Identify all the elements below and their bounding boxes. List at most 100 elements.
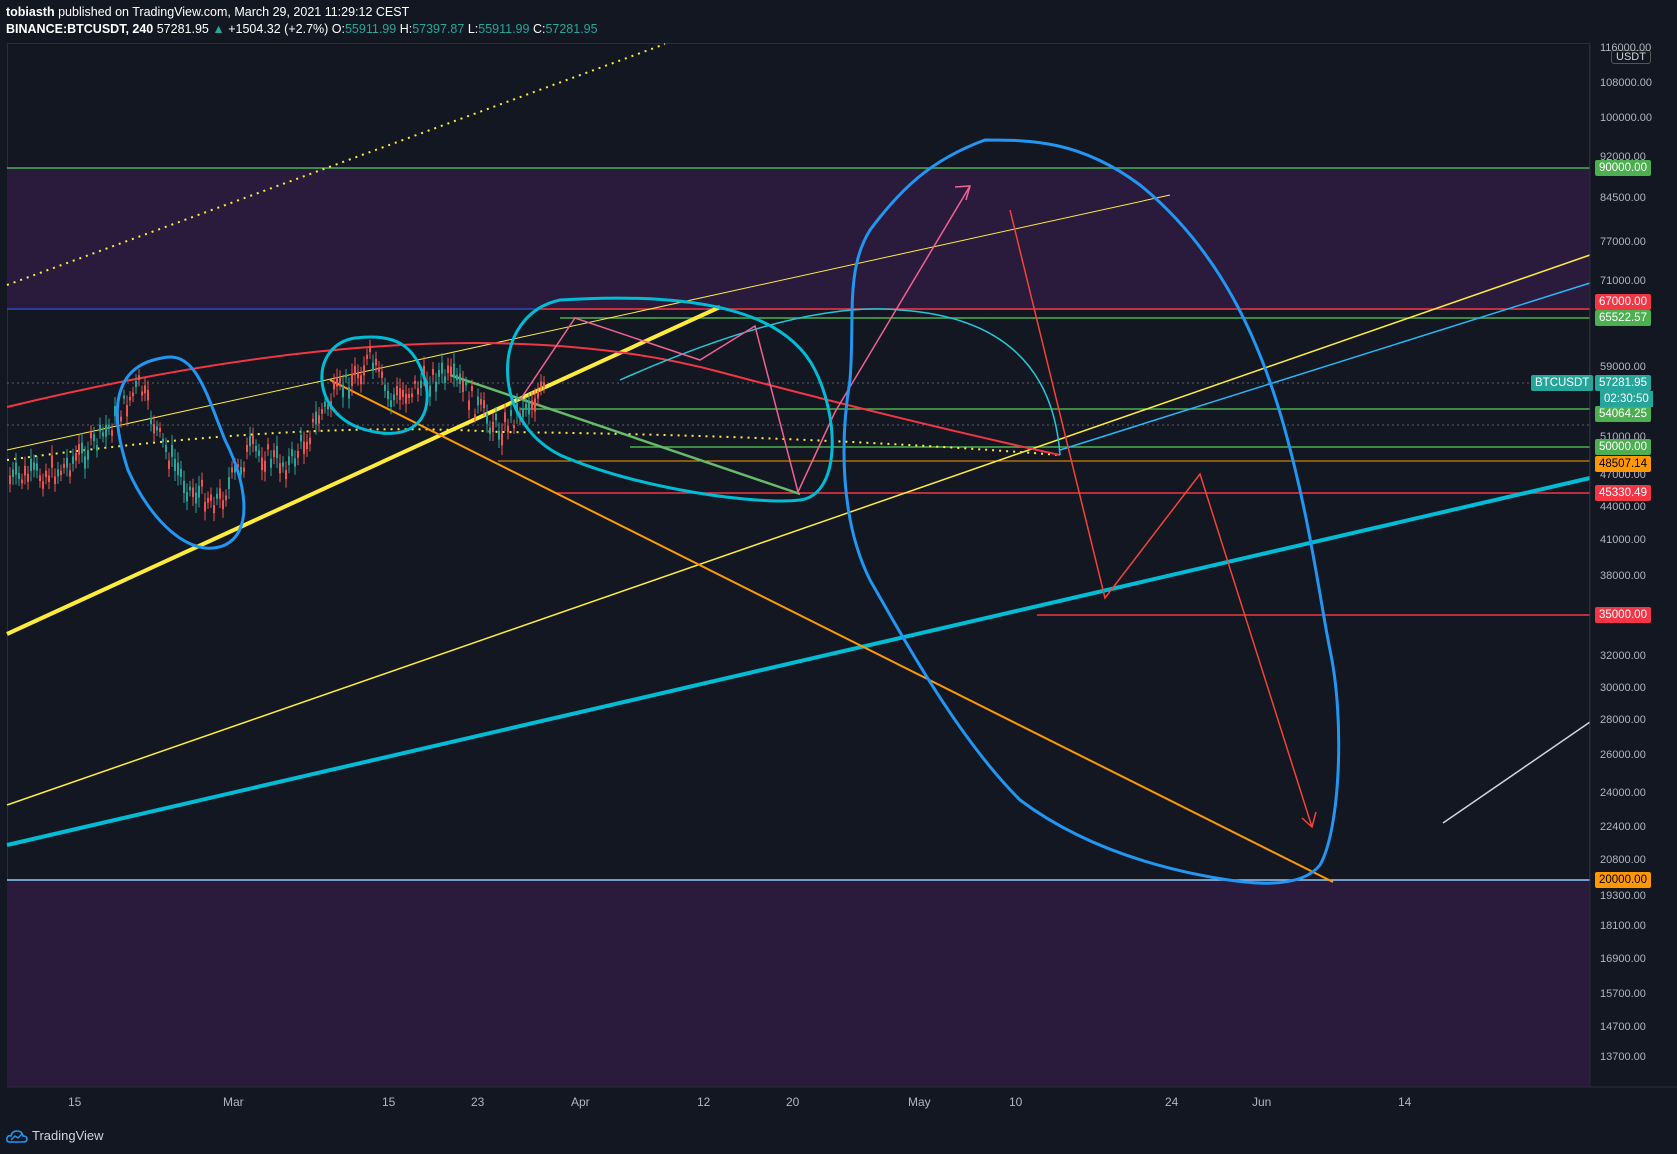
candle-body xyxy=(159,428,161,432)
candle-body xyxy=(477,396,479,406)
publish-info: tobiasth published on TradingView.com, M… xyxy=(6,5,409,19)
candle-body xyxy=(459,373,461,384)
tradingview-cloud-icon xyxy=(6,1129,28,1143)
candle-body xyxy=(279,463,281,474)
candle-body xyxy=(372,362,374,371)
candle-body xyxy=(48,475,50,483)
candle-body xyxy=(285,470,287,480)
candle-body xyxy=(96,445,98,451)
candle-body xyxy=(378,367,380,372)
candle-body xyxy=(225,495,227,501)
candle-body xyxy=(45,470,47,478)
candle-body xyxy=(141,391,143,396)
candle-body xyxy=(324,401,326,407)
candle-body xyxy=(315,411,317,425)
candle-body xyxy=(84,456,86,469)
time-axis-label: Mar xyxy=(223,1095,244,1109)
symbol-price-tag: BTCUSDT xyxy=(1531,375,1594,391)
candle-body xyxy=(471,386,473,391)
candle-body xyxy=(114,406,116,417)
candle-body xyxy=(57,469,59,477)
candle-body xyxy=(123,395,125,399)
candle-body xyxy=(102,432,104,437)
candle-body xyxy=(528,403,530,415)
candle-body xyxy=(387,390,389,400)
candle-body xyxy=(144,385,146,394)
candle-body xyxy=(429,385,431,397)
author-name[interactable]: tobiasth xyxy=(6,5,55,19)
candle-body xyxy=(9,475,11,485)
candle-body xyxy=(198,485,200,498)
price-axis-label: 18100.00 xyxy=(1600,920,1646,932)
candle-body xyxy=(12,469,14,477)
candle-body xyxy=(339,377,341,384)
candle-body xyxy=(42,481,44,489)
price-axis-label: 41000.00 xyxy=(1600,534,1646,546)
candle-body xyxy=(240,467,242,475)
candle-body xyxy=(483,400,485,409)
candle-body xyxy=(72,456,74,464)
candle-body xyxy=(30,458,32,472)
price-axis-label: 38000.00 xyxy=(1600,570,1646,582)
price-axis-label: 22400.00 xyxy=(1600,821,1646,833)
candle-body xyxy=(465,382,467,386)
candle-body xyxy=(363,365,365,376)
yellow-long-trend[interactable] xyxy=(6,254,1591,806)
candle-body xyxy=(534,398,536,412)
candle-body xyxy=(393,394,395,400)
candle-body xyxy=(504,412,506,423)
bar-countdown: 02:30:50 xyxy=(1600,391,1653,407)
price-axis-label: 15700.00 xyxy=(1600,988,1646,1000)
candle-body xyxy=(444,376,446,383)
price-axis-label: 14700.00 xyxy=(1600,1021,1646,1033)
publish-date: published on TradingView.com, March 29, … xyxy=(58,5,410,19)
candle-body xyxy=(18,473,20,479)
chart-drawings[interactable] xyxy=(0,0,1677,1154)
price-level-tag: 48507.14 xyxy=(1595,456,1651,472)
candle-body xyxy=(183,480,185,493)
cyan-long-trend[interactable] xyxy=(6,476,1591,847)
candle-body xyxy=(405,393,407,404)
price-axis-label: 100000.00 xyxy=(1600,112,1652,124)
candle-body xyxy=(462,380,464,392)
cyan-arc[interactable] xyxy=(619,308,1061,456)
lower-zone xyxy=(7,880,1590,1087)
candle-body xyxy=(303,441,305,454)
candle-body xyxy=(438,370,440,377)
candle-body xyxy=(204,501,206,512)
candle-body xyxy=(105,424,107,437)
candle-body xyxy=(177,462,179,476)
candle-body xyxy=(150,417,152,425)
candle-body xyxy=(381,371,383,378)
price-axis-label: 28000.00 xyxy=(1600,714,1646,726)
candle-body xyxy=(414,380,416,384)
candle-body xyxy=(495,413,497,421)
candle-body xyxy=(231,467,233,473)
candle-body xyxy=(510,409,512,417)
price-axis-label: 30000.00 xyxy=(1600,682,1646,694)
symbol-name[interactable]: BINANCE:BTCUSDT, 240 xyxy=(6,22,153,36)
brand-name: TradingView xyxy=(32,1128,104,1143)
yellow-thick-trend[interactable] xyxy=(6,305,721,636)
candle-body xyxy=(24,465,26,476)
white-annotation-line[interactable] xyxy=(1442,721,1591,824)
candle-body xyxy=(108,424,110,430)
price-level-tag: 67000.00 xyxy=(1595,294,1651,310)
price-axis-label: 19300.00 xyxy=(1600,890,1646,902)
open-value: 55911.99 xyxy=(344,22,397,36)
tradingview-logo[interactable]: TradingView xyxy=(6,1128,104,1143)
candle-body xyxy=(447,365,449,373)
candle-body xyxy=(147,389,149,401)
candle-body xyxy=(195,492,197,504)
upper-zone xyxy=(7,168,1590,310)
candle-body xyxy=(318,415,320,424)
candle-body xyxy=(288,456,290,465)
candle-body xyxy=(351,373,353,386)
candle-body xyxy=(210,494,212,501)
candle-body xyxy=(27,473,29,482)
red-arc[interactable] xyxy=(6,342,1061,456)
chart-header: tobiasth published on TradingView.com, M… xyxy=(0,0,1677,42)
candle-body xyxy=(309,437,311,445)
candle-body xyxy=(399,388,401,400)
candle-body xyxy=(87,450,89,460)
